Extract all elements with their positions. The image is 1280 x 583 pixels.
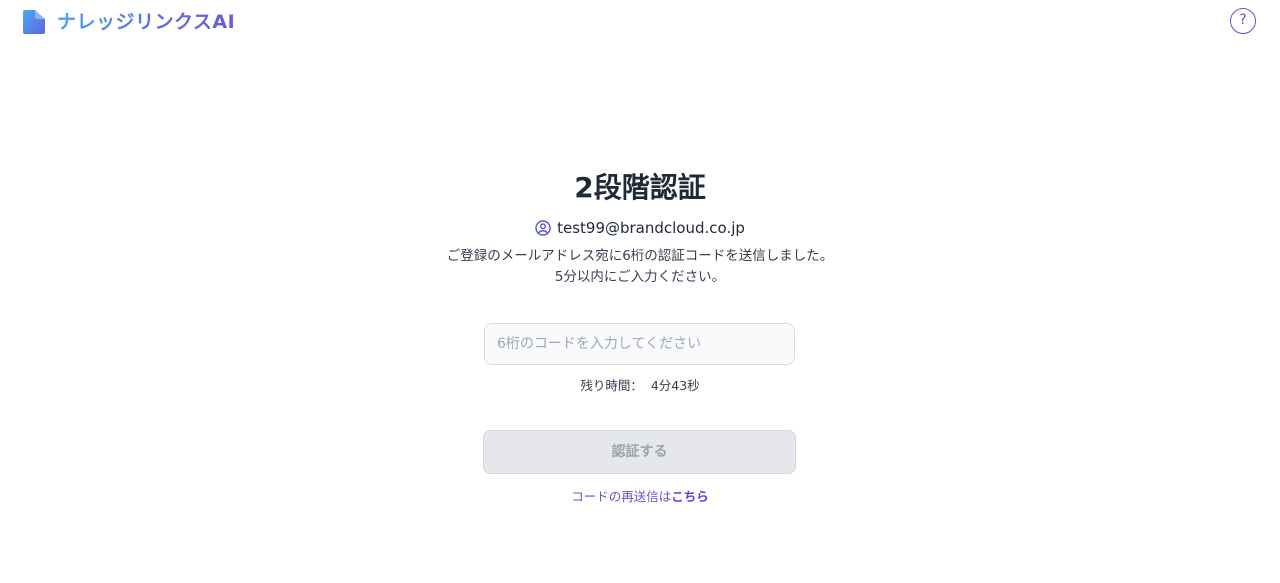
email-address: test99@brandcloud.co.jp bbox=[557, 219, 745, 237]
instructions-line-1: ご登録のメールアドレス宛に6桁の認証コードを送信しました。 bbox=[446, 248, 834, 264]
instructions: ご登録のメールアドレス宛に6桁の認証コードを送信しました。 5分以内にご入力くだ… bbox=[0, 246, 1280, 288]
remaining-time-value: 4分43秒 bbox=[650, 378, 700, 393]
email-row: test99@brandcloud.co.jp bbox=[0, 217, 1280, 239]
page-title: 2段階認証 bbox=[574, 171, 706, 204]
question-icon: ? bbox=[1239, 12, 1247, 28]
verify-button[interactable]: 認証する bbox=[483, 430, 796, 474]
remaining-time-label: 残り時間： bbox=[580, 378, 643, 393]
user-circle-icon bbox=[535, 220, 551, 236]
top-bar: ナレッジリンクスAI ? bbox=[0, 0, 1280, 46]
help-button[interactable]: ? bbox=[1230, 8, 1256, 34]
brand-name: ナレッジリンクスAI bbox=[57, 11, 236, 33]
resend-link[interactable]: こちら bbox=[671, 489, 709, 504]
resend-text: コードの再送信は bbox=[571, 489, 672, 504]
verification-code-input[interactable] bbox=[484, 323, 795, 365]
resend-row: コードの再送信はこちら bbox=[0, 487, 1280, 507]
brand-logo[interactable]: ナレッジリンクスAI bbox=[21, 10, 235, 34]
instructions-line-2: 5分以内にご入力ください。 bbox=[554, 269, 726, 285]
document-icon bbox=[23, 10, 45, 34]
remaining-time: 残り時間： 4分43秒 bbox=[0, 376, 1280, 396]
